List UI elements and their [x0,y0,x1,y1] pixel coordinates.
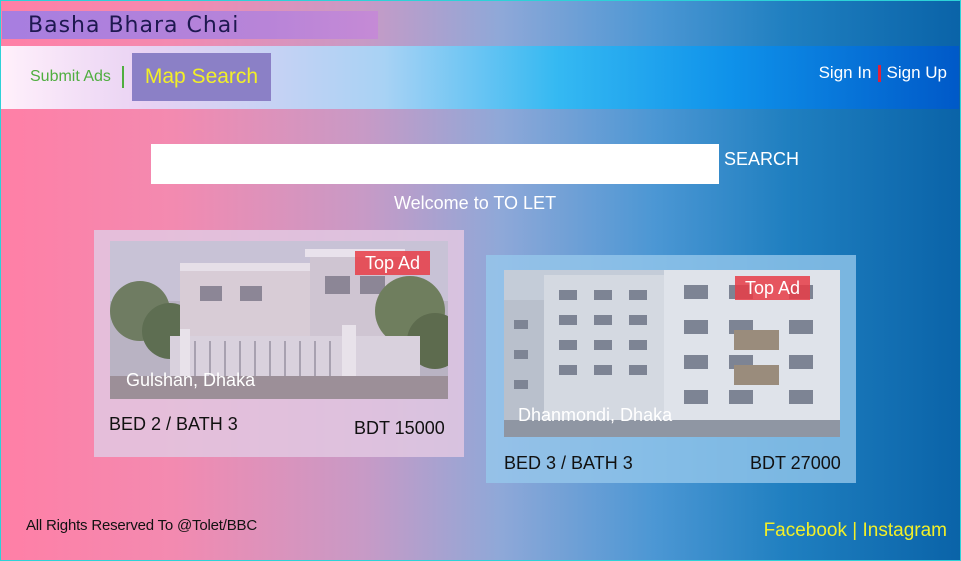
listing-photo[interactable]: Top Ad Gulshan, Dhaka [110,241,448,399]
welcome-text: Welcome to TO LET [394,193,557,213]
search-input[interactable] [151,144,719,184]
listing-location: Dhanmondi, Dhaka [518,405,673,425]
social-links: Facebook | Instagram [764,520,947,542]
sign-in-link[interactable]: Sign In [819,63,872,83]
facebook-link[interactable]: Facebook [764,520,847,541]
listing-card[interactable]: Top Ad Dhanmondi, Dhaka BED 3 / BATH 3 B… [486,255,856,483]
auth-links: Sign In Sign Up [819,63,947,83]
copyright-text: All Rights Reserved To @Tolet/BBC [26,517,257,534]
listing-rooms: BED 2 / BATH 3 [109,414,238,434]
listing-rooms: BED 3 / BATH 3 [504,453,633,473]
listing-location: Gulshan, Dhaka [126,370,256,390]
sign-up-link[interactable]: Sign Up [887,63,947,83]
top-ad-badge: Top Ad [735,276,811,300]
auth-divider [877,64,881,82]
listing-price: BDT 27000 [750,453,841,473]
map-search-button[interactable]: Map Search [132,53,271,101]
map-search-label: Map Search [144,65,259,88]
instagram-link[interactable]: Instagram [863,520,947,541]
site-title[interactable]: Basha Bhara Chai [28,13,239,38]
listing-card[interactable]: Top Ad Gulshan, Dhaka BED 2 / BATH 3 BDT… [94,230,464,457]
social-divider: | [852,520,858,541]
submit-ads-link[interactable]: Submit Ads [30,68,111,86]
listing-price: BDT 15000 [354,418,445,438]
site-header: Basha Bhara Chai [2,11,378,39]
search-button[interactable]: SEARCH [724,149,799,170]
nav-bar: Submit Ads Map Search Sign In Sign Up [1,46,959,109]
top-ad-badge: Top Ad [355,251,431,275]
nav-divider [122,66,124,88]
listing-photo[interactable]: Top Ad Dhanmondi, Dhaka [504,270,840,437]
